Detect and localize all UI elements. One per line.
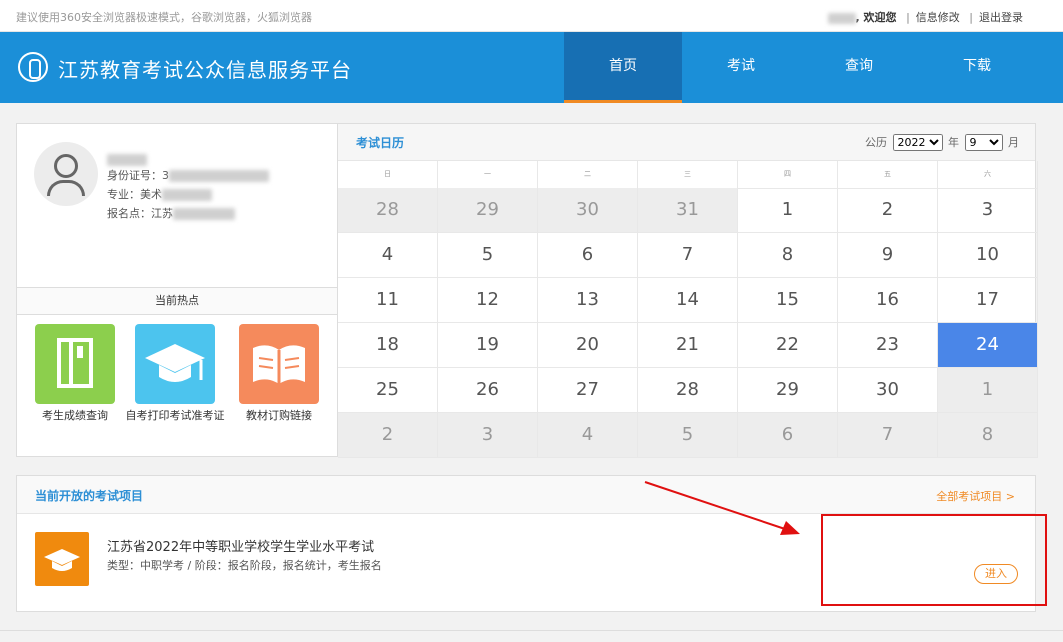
page-bottom (0, 630, 1063, 642)
annotation-highlight-box (821, 514, 1047, 606)
